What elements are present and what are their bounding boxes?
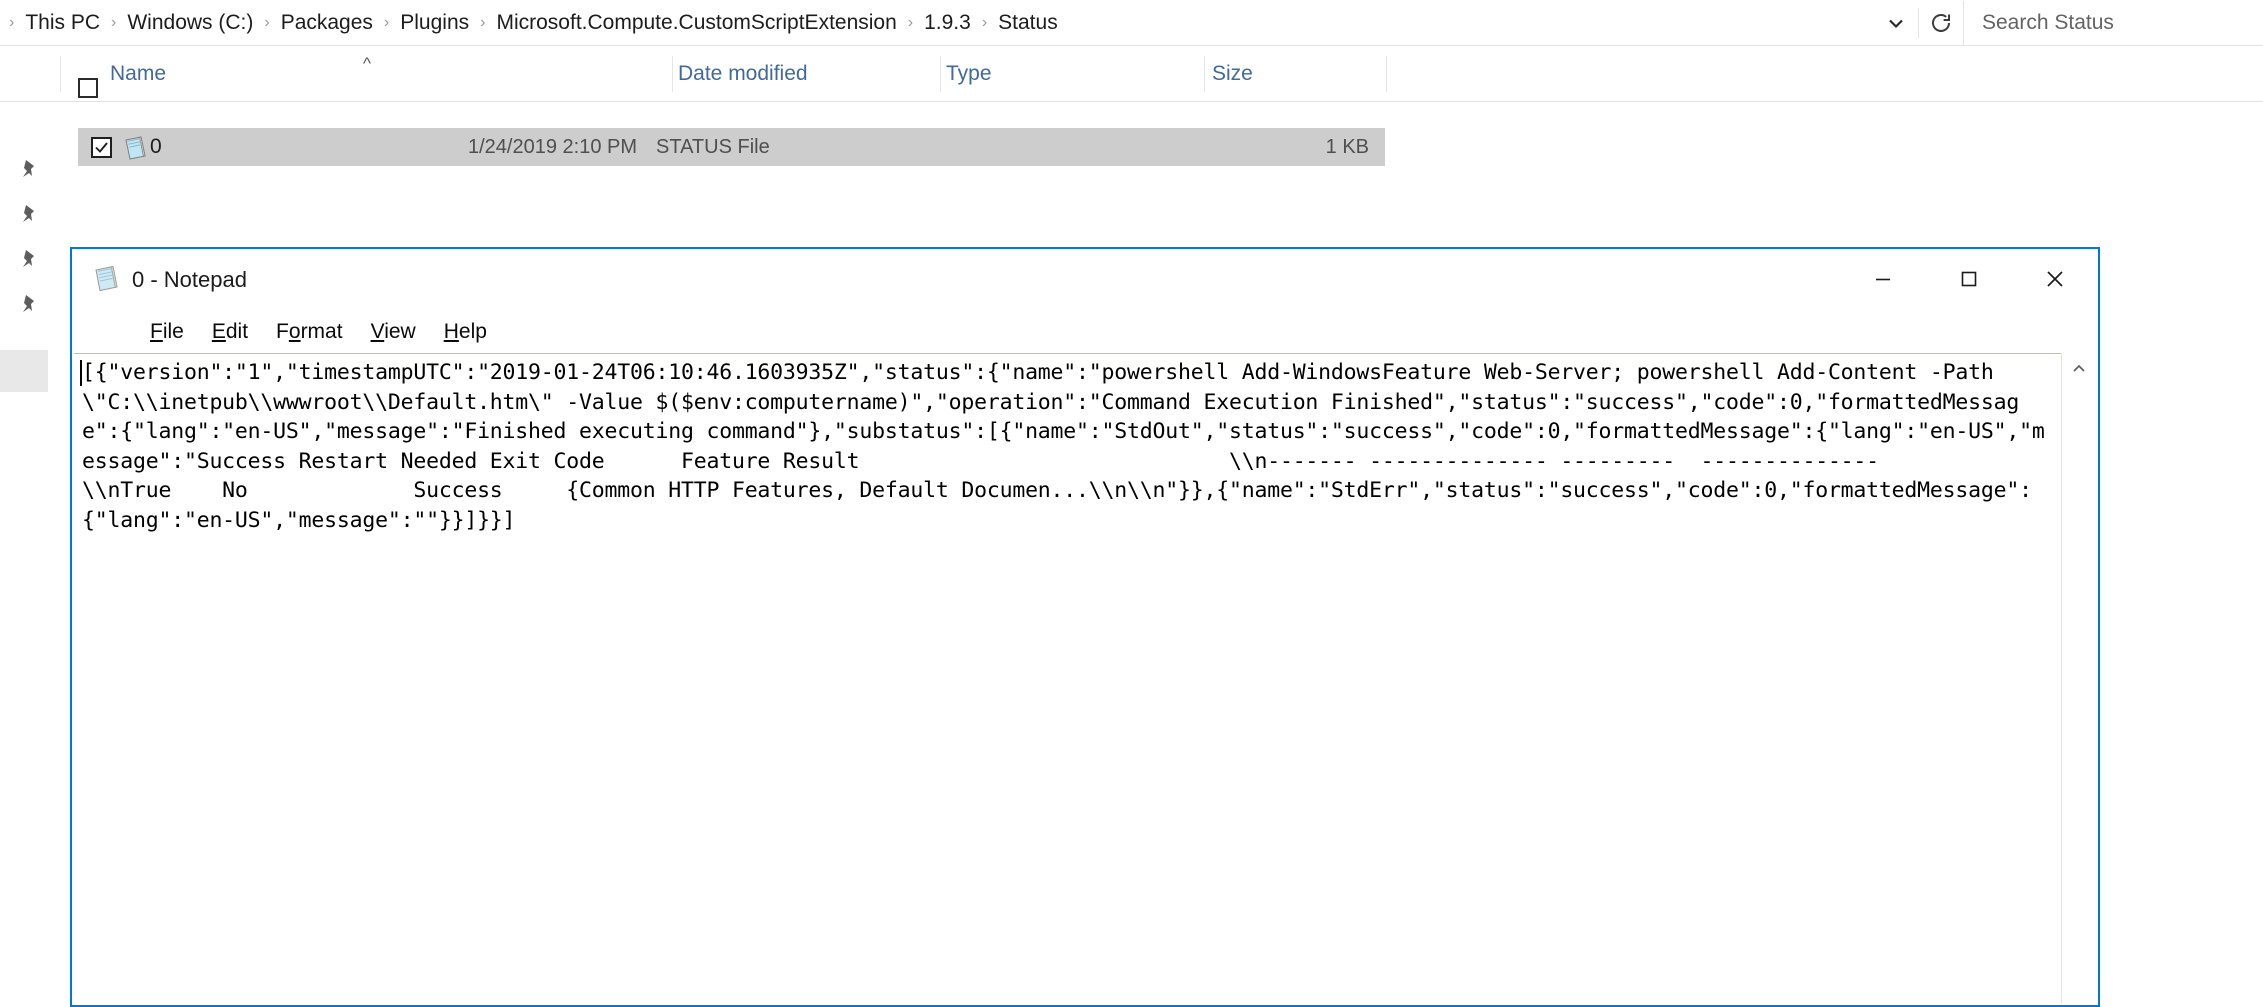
column-header-date-modified[interactable]: Date modified — [678, 46, 808, 101]
pin-icon — [18, 293, 40, 315]
chevron-down-icon[interactable] — [1874, 1, 1918, 45]
search-input[interactable]: Search Status — [1963, 0, 2263, 45]
notepad-window: 0 - Notepad File Edit Format View Help [… — [70, 247, 2100, 1007]
breadcrumb[interactable]: › This PC › Windows (C:) › Packages › Pl… — [0, 1, 1874, 45]
column-header-type[interactable]: Type — [946, 46, 992, 101]
breadcrumb-separator-leading: › — [9, 13, 15, 31]
notepad-icon — [92, 264, 120, 297]
nav-rail-highlight — [0, 350, 48, 392]
menu-help[interactable]: Help — [444, 321, 487, 342]
notepad-menu-bar[interactable]: File Edit Format View Help — [72, 311, 2098, 351]
row-cell-date-modified: 1/24/2019 2:10 PM — [468, 135, 638, 158]
select-all-checkbox[interactable] — [78, 78, 98, 98]
address-bar[interactable]: › This PC › Windows (C:) › Packages › Pl… — [0, 0, 2263, 46]
scroll-up-icon[interactable] — [2062, 353, 2096, 385]
menu-format[interactable]: Format — [276, 321, 343, 342]
sort-ascending-caret-icon: ^ — [363, 54, 371, 73]
refresh-icon[interactable] — [1919, 1, 1963, 45]
notepad-window-title: 0 - Notepad — [132, 267, 247, 292]
column-divider — [1204, 56, 1205, 92]
column-header-name[interactable]: Name — [110, 46, 166, 101]
notepad-file-icon — [122, 135, 148, 166]
breadcrumb-separator: › — [111, 13, 117, 31]
table-row[interactable]: 0 1/24/2019 2:10 PM STATUS File 1 KB — [78, 128, 1385, 166]
column-header-row: Name Date modified Type Size — [0, 46, 2263, 102]
breadcrumb-separator: › — [264, 13, 270, 31]
row-cell-size: 1 KB — [1325, 135, 1369, 158]
breadcrumb-separator: › — [383, 13, 390, 31]
column-divider — [940, 56, 941, 92]
row-cell-type: STATUS File — [656, 135, 770, 158]
breadcrumb-item-extension[interactable]: Microsoft.Compute.CustomScriptExtension — [492, 9, 900, 36]
menu-edit[interactable]: Edit — [212, 321, 248, 342]
breadcrumb-separator: › — [907, 13, 914, 31]
minimize-icon[interactable] — [1840, 249, 1926, 309]
breadcrumb-item-this-pc[interactable]: This PC — [21, 9, 104, 36]
row-cell-name: 0 — [150, 135, 162, 158]
breadcrumb-separator: › — [981, 13, 988, 31]
pin-icon — [18, 158, 40, 180]
vertical-scrollbar[interactable] — [2061, 353, 2096, 1003]
row-checkbox[interactable] — [91, 137, 112, 158]
breadcrumb-item-version[interactable]: 1.9.3 — [920, 9, 975, 36]
column-header-size[interactable]: Size — [1212, 46, 1253, 101]
notepad-text-area[interactable]: [{"version":"1","timestampUTC":"2019-01-… — [74, 353, 2096, 1003]
notepad-title-bar[interactable]: 0 - Notepad — [72, 249, 2098, 311]
maximize-icon[interactable] — [1926, 249, 2012, 309]
column-divider — [672, 56, 673, 92]
column-divider — [60, 56, 61, 92]
notepad-text-content: [{"version":"1","timestampUTC":"2019-01-… — [82, 360, 2045, 533]
menu-file[interactable]: File — [150, 321, 184, 342]
breadcrumb-item-windows-c[interactable]: Windows (C:) — [123, 9, 257, 36]
search-placeholder: Search Status — [1982, 11, 2114, 34]
breadcrumb-separator: › — [480, 13, 486, 31]
column-divider — [1386, 56, 1387, 92]
menu-view[interactable]: View — [371, 321, 416, 342]
pin-icon — [18, 248, 40, 270]
breadcrumb-item-status[interactable]: Status — [994, 9, 1062, 36]
pin-icon — [18, 203, 40, 225]
breadcrumb-item-plugins[interactable]: Plugins — [396, 9, 473, 36]
close-icon[interactable] — [2012, 249, 2098, 309]
breadcrumb-item-packages[interactable]: Packages — [277, 9, 377, 36]
